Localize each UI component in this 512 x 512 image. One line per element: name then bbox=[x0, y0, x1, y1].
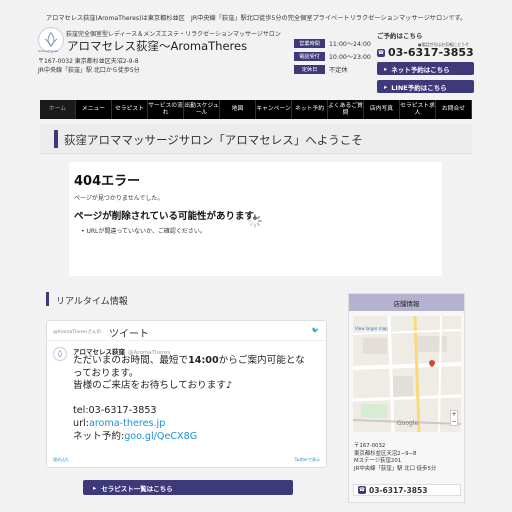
shop-address: 〒167-0032 東京都杉並区天沼2−9−8 Mステージ荻窪201 JR中央線… bbox=[354, 443, 436, 473]
divider bbox=[47, 340, 326, 341]
contact-heading: ご予約はこちら bbox=[377, 32, 423, 40]
welcome-title: 荻窪アロママッサージサロン「アロマセレス」へようこそ bbox=[64, 133, 363, 147]
tweet-by-label: @AromaTheresさんの bbox=[53, 330, 101, 335]
tweet-embed-link[interactable]: 埋め込む bbox=[53, 457, 69, 463]
header-phone-number: 03-6317-3853 bbox=[388, 46, 474, 59]
shop-phone-number: 03-6317-3853 bbox=[369, 485, 428, 495]
logo-icon bbox=[58, 350, 62, 358]
view-on-twitter-link[interactable]: Twitterで表示 bbox=[295, 457, 320, 463]
error-code: 404エラー bbox=[74, 174, 141, 189]
tweet-time: 14:00 bbox=[188, 355, 219, 366]
shop-info-panel: 店舗情報 View larger map Google + − 〒167-0032… bbox=[348, 293, 465, 503]
nav-item-service-flow[interactable]: サービスの流れ bbox=[148, 100, 184, 119]
header-tagline: アロマセレス荻窪(AromaTheres)は東京都杉並区 JR中央線「荻窪」駅北… bbox=[46, 15, 467, 22]
tweet-net-link[interactable]: goo.gl/QeCX8G bbox=[124, 431, 197, 442]
nav-item-map[interactable]: 地図 bbox=[220, 100, 256, 119]
main-nav: ホーム メニュー セラピスト サービスの流れ 出勤スケジュール 地図 キャンペー… bbox=[40, 100, 472, 119]
tweet-net-line: ネット予約:goo.gl/QeCX8G bbox=[73, 431, 323, 444]
tweet-url-line: url:aroma-theres.jp bbox=[73, 418, 323, 431]
tweet-url-link[interactable]: aroma-theres.jp bbox=[89, 418, 165, 429]
tweet-header-label: ツイート bbox=[109, 329, 149, 340]
tweet-line: 皆様のご来店をお待ちしております♪ bbox=[73, 380, 233, 392]
hours-value: 11:00〜24:00 bbox=[329, 40, 371, 48]
tweet-text: からご案内可能とな bbox=[218, 355, 305, 366]
arrow-icon: ▸ bbox=[384, 64, 388, 73]
logo-text: AromaTheres bbox=[38, 49, 58, 53]
nav-item-home[interactable]: ホーム bbox=[40, 100, 76, 119]
map-zoom-control[interactable]: + − bbox=[450, 410, 458, 426]
nav-item-faq[interactable]: よくあるご質問 bbox=[328, 100, 364, 119]
shop-phone[interactable]: ☎ 03-6317-3853 bbox=[353, 484, 461, 496]
hours-label: 電話受付 bbox=[294, 51, 325, 61]
tweet-line: ただいまのお時間、最短で14:00からご案内可能とな bbox=[73, 355, 323, 368]
nav-item-schedule[interactable]: 出勤スケジュール bbox=[184, 100, 220, 119]
tweet-body: ただいまのお時間、最短で14:00からご案内可能とな っております。 皆様のご来… bbox=[73, 355, 323, 443]
nav-item-recruit[interactable]: セラピスト求人 bbox=[400, 100, 436, 119]
google-map[interactable]: View larger map Google + − bbox=[353, 316, 461, 432]
shop-address-line: Mステージ荻窪201 bbox=[354, 458, 402, 465]
phone-icon: ☎ bbox=[377, 48, 385, 57]
map-brand: Google bbox=[397, 420, 419, 427]
net-reserve-button[interactable]: ▸ ネット予約はこちら bbox=[377, 62, 474, 75]
hours-row: 電話受付 10:00〜23:00 bbox=[294, 50, 371, 62]
view-larger-map-link[interactable]: View larger map bbox=[355, 326, 388, 331]
avatar[interactable] bbox=[53, 347, 67, 361]
error-message: ページが見つかりませんでした。 bbox=[74, 195, 164, 202]
shop-address-line: 〒167-0032 bbox=[354, 443, 386, 449]
logo-icon bbox=[44, 32, 58, 47]
address-line-1: 〒167-0032 東京都杉並区天沼2-9-8 bbox=[38, 58, 139, 65]
nav-item-net-reserve[interactable]: ネット予約 bbox=[292, 100, 328, 119]
shop-info-heading: 店舗情報 bbox=[349, 294, 464, 311]
error-heading: ページが削除されている可能性があります。 bbox=[74, 211, 263, 222]
twitter-timeline[interactable]: @AromaTheresさんの ツイート 🐦 アロマセレス荻窪 @AromaThe… bbox=[46, 320, 327, 468]
map-streets bbox=[353, 316, 461, 432]
realtime-title: リアルタイム情報 bbox=[56, 297, 128, 307]
hours-value: 10:00〜23:00 bbox=[329, 53, 371, 61]
nav-item-therapist[interactable]: セラピスト bbox=[112, 100, 148, 119]
arrow-icon: ▸ bbox=[384, 82, 388, 91]
address-line-2: JR中央線「荻窪」駅 北口から徒歩5分 bbox=[38, 67, 140, 74]
error-bullet-text: URLが間違っていないか、ご確認ください。 bbox=[86, 228, 206, 235]
net-reserve-label: ネット予約はこちら bbox=[391, 65, 450, 74]
shop-address-line: JR中央線「荻窪」駅 北口 徒歩5分 bbox=[354, 465, 437, 472]
site-title[interactable]: アロマセレス荻窪〜AromaTheres bbox=[67, 38, 247, 54]
tweet-text: ただいまのお時間、最短で bbox=[73, 355, 189, 366]
loading-spinner-icon bbox=[248, 214, 262, 228]
line-reserve-button[interactable]: ▸ LINE予約はこちら bbox=[377, 80, 474, 93]
arrow-icon: ▸ bbox=[93, 483, 97, 492]
header-address: 〒167-0032 東京都杉並区天沼2-9-8 JR中央線「荻窪」駅 北口から徒… bbox=[38, 57, 140, 75]
therapist-list-label: セラピスト一覧はこちら bbox=[101, 484, 173, 493]
tweet-text: ネット予約: bbox=[73, 430, 125, 442]
realtime-accent-bar bbox=[46, 292, 49, 306]
therapist-list-button[interactable]: ▸ セラピスト一覧はこちら bbox=[83, 480, 293, 495]
hours-label: 営業時間 bbox=[294, 38, 325, 48]
phone-icon: ☎ bbox=[358, 486, 366, 494]
tweet-blank-line bbox=[73, 393, 323, 406]
business-hours: 営業時間 11:00〜24:00 電話受付 10:00〜23:00 定休日 不定… bbox=[294, 37, 371, 76]
error-bullet: • URLが間違っていないか、ご確認ください。 bbox=[81, 228, 206, 235]
twitter-bird-icon[interactable]: 🐦 bbox=[312, 327, 319, 334]
hours-value: 不定休 bbox=[329, 66, 348, 74]
hours-row: 定休日 不定休 bbox=[294, 63, 371, 75]
tweet-text: url: bbox=[73, 417, 89, 429]
tweet-line: っております。 bbox=[73, 367, 139, 379]
hours-label: 定休日 bbox=[294, 64, 325, 74]
welcome-banner: 荻窪アロママッサージサロン「アロマセレス」へようこそ bbox=[40, 124, 472, 154]
accent-bar bbox=[54, 130, 58, 148]
site-subtitle: 荻窪完全個室型レディース＆メンズエステ・リラクゼーションマッサージサロン bbox=[66, 31, 281, 38]
tweet-tel: tel:03-6317-3853 bbox=[73, 405, 157, 417]
nav-item-menu[interactable]: メニュー bbox=[76, 100, 112, 119]
header-phone[interactable]: ☎ 03-6317-3853 bbox=[377, 46, 474, 59]
hours-row: 営業時間 11:00〜24:00 bbox=[294, 37, 371, 49]
nav-item-photos[interactable]: 店内写真 bbox=[364, 100, 400, 119]
nav-item-contact[interactable]: お問合せ bbox=[436, 100, 472, 119]
line-reserve-label: LINE予約はこちら bbox=[391, 83, 447, 92]
nav-item-campaign[interactable]: キャンペーン bbox=[256, 100, 292, 119]
